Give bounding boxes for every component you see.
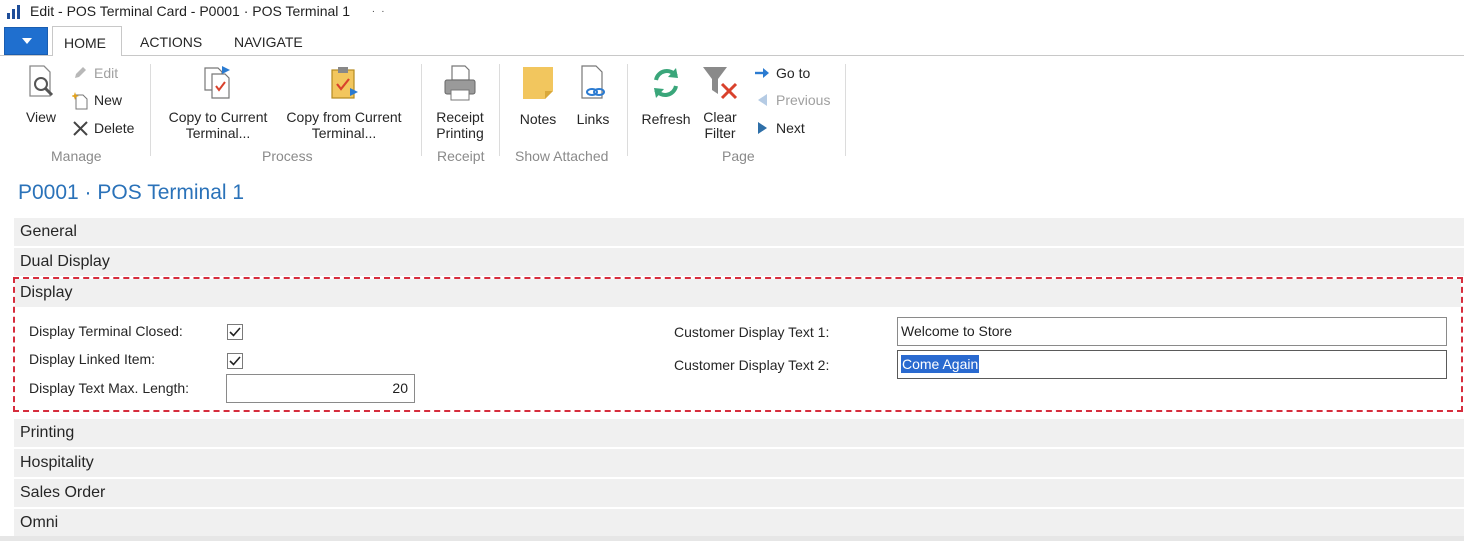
refresh-icon bbox=[654, 68, 678, 98]
section-sales-order-label: Sales Order bbox=[20, 484, 106, 501]
next-arrow-icon bbox=[758, 122, 767, 134]
app-chart-icon bbox=[7, 5, 20, 19]
page-title: P0001 · POS Terminal 1 bbox=[18, 181, 245, 204]
edit-button[interactable]: Edit bbox=[75, 65, 119, 81]
next-label: Next bbox=[776, 120, 805, 136]
section-dual-display[interactable]: Dual Display bbox=[14, 247, 1464, 276]
window-title: Edit - POS Terminal Card - P0001 · POS T… bbox=[30, 3, 351, 19]
section-display-label: Display bbox=[20, 284, 73, 301]
ribbon: View Edit New Delete Manage Copy to Curr… bbox=[0, 56, 1464, 166]
group-label-manage: Manage bbox=[51, 148, 102, 164]
group-label-page: Page bbox=[722, 148, 755, 164]
notes-button[interactable]: Notes bbox=[514, 64, 562, 127]
section-display-header[interactable]: Display bbox=[15, 279, 1461, 307]
copy-to-line2: Terminal... bbox=[185, 125, 251, 141]
receipt-line2: Printing bbox=[436, 125, 484, 141]
section-hospitality-label: Hospitality bbox=[20, 454, 94, 471]
copy-to-icon bbox=[204, 66, 230, 99]
copy-to-line1: Copy to Current bbox=[168, 109, 268, 125]
group-separator bbox=[499, 64, 500, 156]
display-linked-item-checkbox[interactable] bbox=[227, 353, 243, 369]
app-menu-button[interactable] bbox=[4, 27, 48, 55]
customer-display-text2-input[interactable]: Come Again bbox=[897, 350, 1447, 379]
copy-from-current-terminal-button[interactable]: Copy from Current Terminal... bbox=[280, 64, 408, 141]
clear-filter-button[interactable]: Clear Filter bbox=[698, 64, 742, 141]
section-printing[interactable]: Printing bbox=[14, 418, 1464, 447]
section-general-label: General bbox=[20, 223, 77, 240]
group-label-process: Process bbox=[262, 148, 313, 164]
view-button[interactable]: View bbox=[20, 64, 62, 125]
previous-label: Previous bbox=[776, 92, 831, 108]
clear-filter-funnel-icon bbox=[703, 67, 738, 100]
group-separator bbox=[845, 64, 846, 156]
tab-home[interactable]: HOME bbox=[52, 26, 122, 57]
view-label: View bbox=[25, 109, 57, 125]
display-text-max-length-label: Display Text Max. Length: bbox=[29, 380, 190, 396]
tab-home-label: HOME bbox=[64, 35, 106, 51]
delete-label: Delete bbox=[94, 120, 135, 136]
copy-to-current-terminal-button[interactable]: Copy to Current Terminal... bbox=[160, 64, 276, 141]
receipt-line1: Receipt bbox=[436, 109, 484, 125]
edit-label: Edit bbox=[94, 65, 119, 81]
goto-button[interactable]: Go to bbox=[755, 65, 811, 81]
links-icon bbox=[581, 65, 605, 99]
customer-display-text1-label: Customer Display Text 1: bbox=[674, 324, 830, 340]
new-button[interactable]: New bbox=[72, 92, 123, 110]
section-omni[interactable]: Omni bbox=[14, 508, 1464, 537]
display-terminal-closed-label: Display Terminal Closed: bbox=[29, 323, 183, 339]
copy-from-line2: Terminal... bbox=[311, 125, 377, 141]
group-separator bbox=[627, 64, 628, 156]
delete-button[interactable]: Delete bbox=[73, 120, 135, 136]
previous-arrow-icon bbox=[758, 94, 767, 106]
copy-from-clipboard-icon bbox=[331, 67, 358, 99]
group-separator bbox=[421, 64, 422, 156]
view-magnifier-icon bbox=[29, 65, 54, 97]
customer-display-text2-label: Customer Display Text 2: bbox=[674, 357, 830, 373]
clear-filter-line1: Clear bbox=[703, 109, 737, 125]
group-separator bbox=[150, 64, 151, 156]
tab-actions[interactable]: ACTIONS bbox=[140, 34, 202, 50]
section-display: Display Display Terminal Closed: Display… bbox=[13, 277, 1463, 412]
group-label-show-attached: Show Attached bbox=[515, 148, 609, 164]
receipt-printing-button[interactable]: Receipt Printing bbox=[428, 64, 492, 141]
new-document-icon bbox=[72, 92, 88, 110]
section-omni-label: Omni bbox=[20, 514, 59, 531]
display-linked-item-label: Display Linked Item: bbox=[29, 351, 156, 367]
section-general[interactable]: General bbox=[14, 217, 1464, 246]
section-printing-label: Printing bbox=[20, 424, 75, 441]
delete-x-icon bbox=[73, 121, 88, 136]
customer-display-text1-input[interactable]: Welcome to Store bbox=[897, 317, 1447, 346]
display-terminal-closed-checkbox[interactable] bbox=[227, 324, 243, 340]
clear-filter-line2: Filter bbox=[704, 125, 736, 141]
edit-pencil-icon bbox=[75, 67, 86, 78]
group-label-receipt: Receipt bbox=[437, 148, 485, 164]
goto-arrow-icon bbox=[755, 68, 769, 78]
section-hospitality[interactable]: Hospitality bbox=[14, 448, 1464, 477]
title-bar: Edit - POS Terminal Card - P0001 · POS T… bbox=[0, 0, 1464, 25]
refresh-button[interactable]: Refresh bbox=[638, 64, 694, 127]
tab-navigate[interactable]: NAVIGATE bbox=[234, 34, 303, 50]
new-label: New bbox=[94, 92, 123, 108]
display-text-max-length-input[interactable]: 20 bbox=[226, 374, 415, 403]
ribbon-tab-bar: HOME ACTIONS NAVIGATE bbox=[0, 25, 1464, 57]
links-button[interactable]: Links bbox=[572, 64, 614, 127]
status-strip bbox=[0, 536, 1464, 541]
previous-button[interactable]: Previous bbox=[758, 92, 831, 108]
next-button[interactable]: Next bbox=[758, 120, 805, 136]
notes-icon bbox=[523, 67, 553, 99]
section-dual-display-label: Dual Display bbox=[20, 253, 110, 270]
refresh-label: Refresh bbox=[641, 111, 691, 127]
copy-from-line1: Copy from Current bbox=[286, 109, 402, 125]
title-dots: . . bbox=[372, 4, 387, 15]
links-label: Links bbox=[576, 111, 610, 127]
customer-display-text2-selection: Come Again bbox=[901, 355, 980, 373]
goto-label: Go to bbox=[776, 65, 811, 81]
section-sales-order[interactable]: Sales Order bbox=[14, 478, 1464, 507]
printer-icon bbox=[444, 65, 476, 101]
notes-label: Notes bbox=[519, 111, 557, 127]
